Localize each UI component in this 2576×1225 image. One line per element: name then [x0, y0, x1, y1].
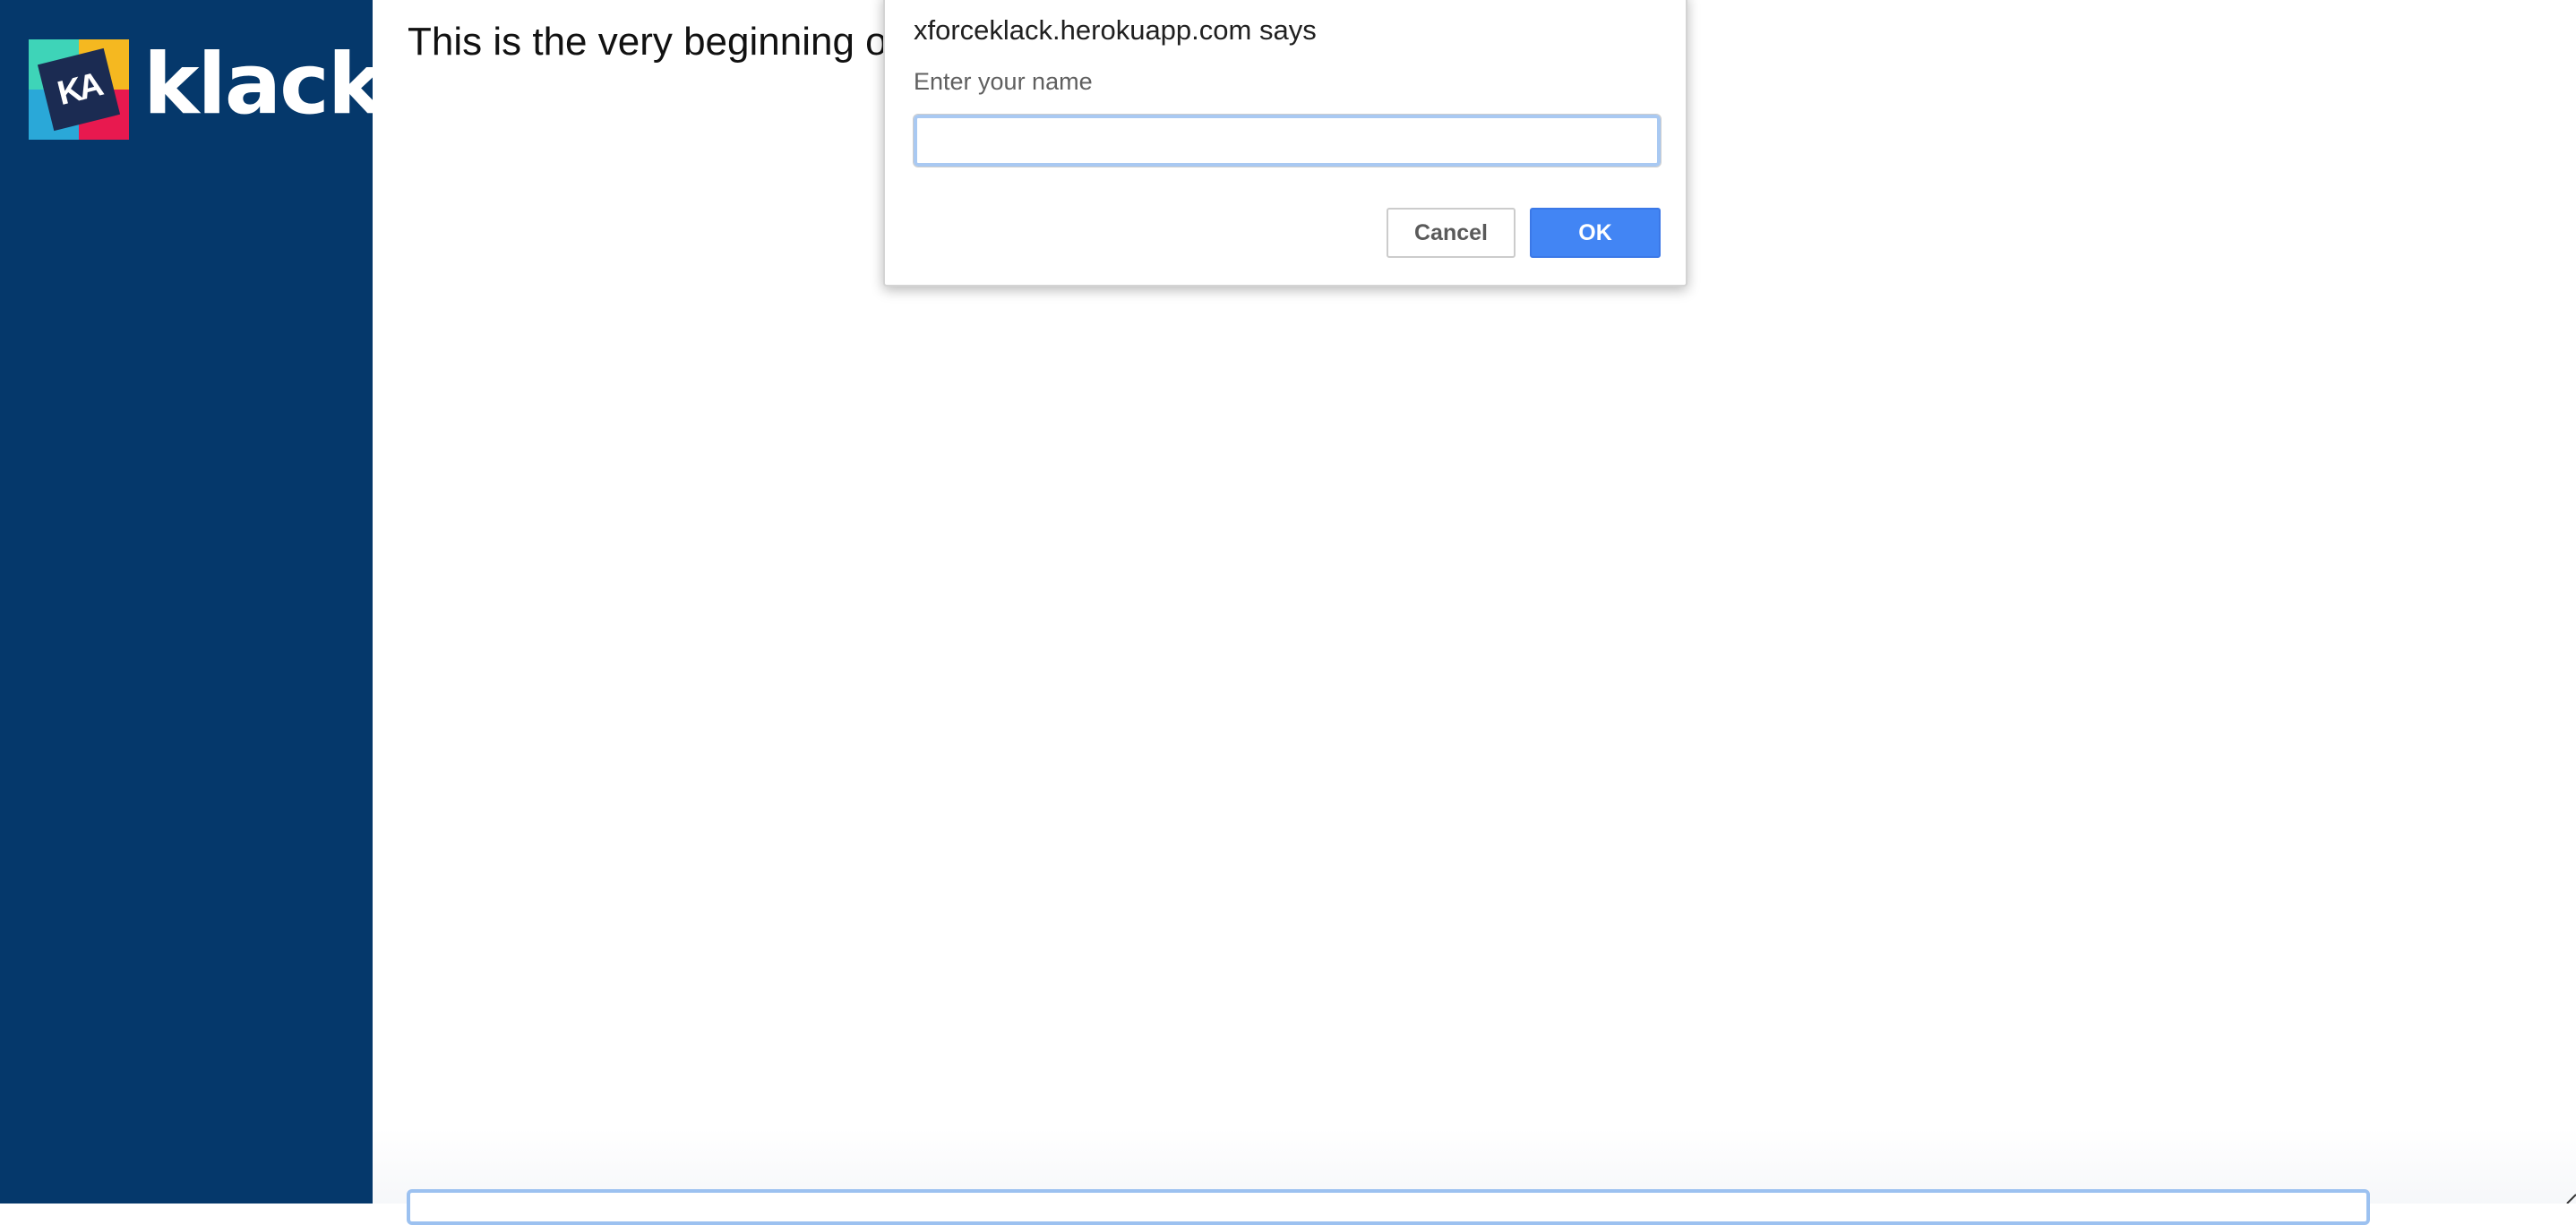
- logo-mark-icon: KA: [29, 39, 129, 140]
- dialog-message: Enter your name: [914, 68, 1093, 96]
- name-input[interactable]: [914, 115, 1661, 167]
- prompt-dialog: xforceklack.herokuapp.com says Enter you…: [883, 0, 1687, 287]
- channel-intro-text: This is the very beginning of th: [408, 20, 942, 64]
- resize-corner-icon: [2565, 1193, 2576, 1204]
- brand-name: klack: [143, 43, 382, 127]
- dialog-title: xforceklack.herokuapp.com says: [914, 14, 1317, 47]
- ok-button[interactable]: OK: [1530, 208, 1661, 258]
- cancel-button[interactable]: Cancel: [1387, 208, 1516, 258]
- klack-logo: KA klack: [29, 38, 333, 141]
- sidebar: KA klack: [0, 0, 373, 1204]
- message-input[interactable]: [407, 1189, 2370, 1225]
